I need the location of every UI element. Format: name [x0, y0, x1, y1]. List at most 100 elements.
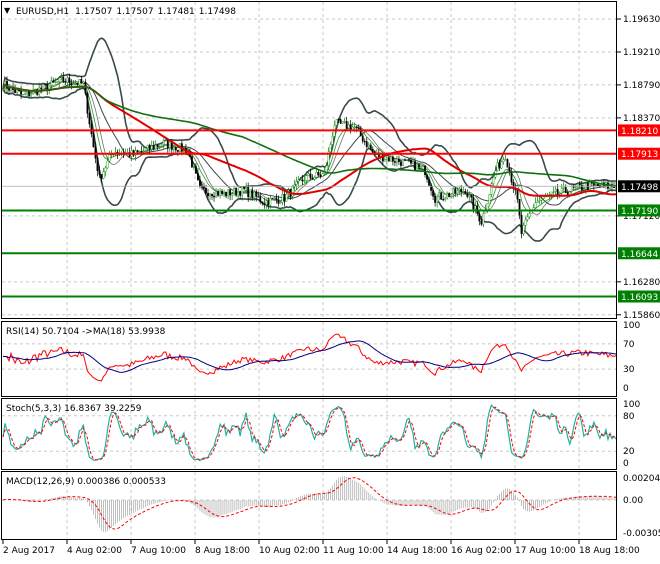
rsi-tick-label: 30: [623, 365, 635, 375]
candle-body: [148, 144, 151, 150]
candle-body: [253, 191, 256, 198]
candle-body: [156, 145, 159, 147]
candle-body: [285, 193, 288, 202]
candle-body: [52, 80, 55, 83]
candle-body: [207, 192, 209, 197]
time-label: 7 Aug 10:00: [131, 546, 186, 556]
candle-body: [78, 79, 81, 86]
ohlc-low: 1.17481: [158, 7, 195, 17]
candle-body: [199, 179, 201, 187]
candle-body: [428, 179, 430, 186]
candle-body: [162, 140, 165, 145]
candle-body: [478, 213, 481, 222]
candle-body: [267, 200, 270, 206]
candle-body: [297, 179, 300, 182]
candle-body: [257, 196, 260, 198]
candle-body: [233, 188, 236, 194]
candle-body: [42, 83, 45, 90]
candle-body: [62, 76, 65, 82]
candle-body: [426, 174, 428, 180]
candle-body: [313, 177, 316, 180]
candle-body: [355, 126, 358, 128]
candle-body: [502, 159, 505, 163]
price-label: 1.18370: [623, 114, 660, 124]
rsi-label: RSI(14) 50.7104 ->MA(18) 53.9938: [6, 327, 166, 337]
price-label: 1.19210: [623, 48, 660, 58]
candle-body: [472, 197, 475, 210]
candle-body: [492, 176, 495, 184]
eurusd-chart[interactable]: 2 Aug 2017 4 Aug 02:00 7 Aug 10:00 8 Aug 18…: [0, 0, 660, 560]
candle-body: [217, 191, 219, 196]
candle-body: [96, 157, 99, 171]
stoch-tick-label: 80: [623, 412, 635, 422]
candle-body: [90, 123, 93, 134]
candle-body: [102, 171, 105, 179]
ohlc-open: 1.17507: [75, 7, 112, 17]
candle-body: [597, 183, 599, 187]
candle-body: [241, 186, 244, 196]
candle-body: [28, 91, 31, 97]
candle-body: [592, 183, 595, 186]
candle-body: [30, 93, 33, 97]
candle-body: [564, 187, 567, 193]
candle-body: [24, 93, 27, 95]
candle-body: [369, 144, 372, 150]
dropdown-arrow-icon[interactable]: ▼: [4, 6, 11, 15]
candle-body: [582, 188, 585, 191]
time-label: 17 Aug 10:00: [515, 546, 576, 556]
candle-body: [88, 113, 91, 125]
candle-body: [66, 77, 69, 83]
candle-body: [237, 191, 240, 196]
candle-body: [349, 124, 352, 131]
candle-body: [410, 160, 412, 164]
candle-body: [456, 190, 459, 194]
level-label: 1.16093: [621, 293, 658, 303]
candle-body: [291, 186, 294, 197]
candle-body: [243, 186, 246, 189]
candle-body: [367, 144, 370, 148]
candle-body: [325, 165, 328, 173]
candle-body: [158, 145, 161, 148]
time-label: 16 Aug 02:00: [451, 546, 512, 556]
candle-body: [138, 150, 141, 153]
candle-body: [508, 167, 511, 172]
candle-body: [462, 191, 465, 193]
candle-body: [80, 79, 83, 84]
candle-body: [396, 158, 398, 163]
candle-body: [299, 179, 302, 181]
candle-body: [466, 193, 469, 197]
candle-body: [331, 136, 334, 145]
candle-body: [100, 174, 103, 179]
candle-body: [420, 166, 422, 168]
candle-body: [176, 149, 179, 152]
bollinger-upper: [2, 37, 616, 192]
candle-body: [273, 197, 276, 199]
candle-body: [562, 187, 565, 189]
candle-body: [144, 148, 147, 151]
candle-body: [140, 150, 143, 153]
candle-body: [8, 88, 10, 91]
candle-body: [166, 139, 169, 149]
candle-body: [271, 197, 274, 200]
candle-body: [249, 189, 252, 198]
candle-body: [554, 189, 557, 192]
candle-body: [26, 91, 29, 95]
candle-body: [518, 199, 521, 216]
candle-body: [516, 189, 519, 200]
candle-body: [464, 191, 467, 195]
candle-body: [496, 162, 499, 171]
candle-body: [436, 196, 439, 203]
candle-body: [560, 187, 563, 194]
candle-body: [261, 201, 264, 204]
candle-body: [164, 139, 167, 142]
candle-body: [60, 76, 63, 79]
candle-body: [259, 196, 262, 202]
time-label: 8 Aug 18:00: [195, 546, 250, 556]
candle-body: [315, 172, 318, 178]
time-label: 14 Aug 18:00: [387, 546, 448, 556]
candle-body: [195, 166, 197, 174]
candle-body: [353, 126, 356, 128]
candle-body: [488, 194, 491, 204]
candle-body: [470, 194, 473, 198]
candle-body: [444, 197, 447, 200]
